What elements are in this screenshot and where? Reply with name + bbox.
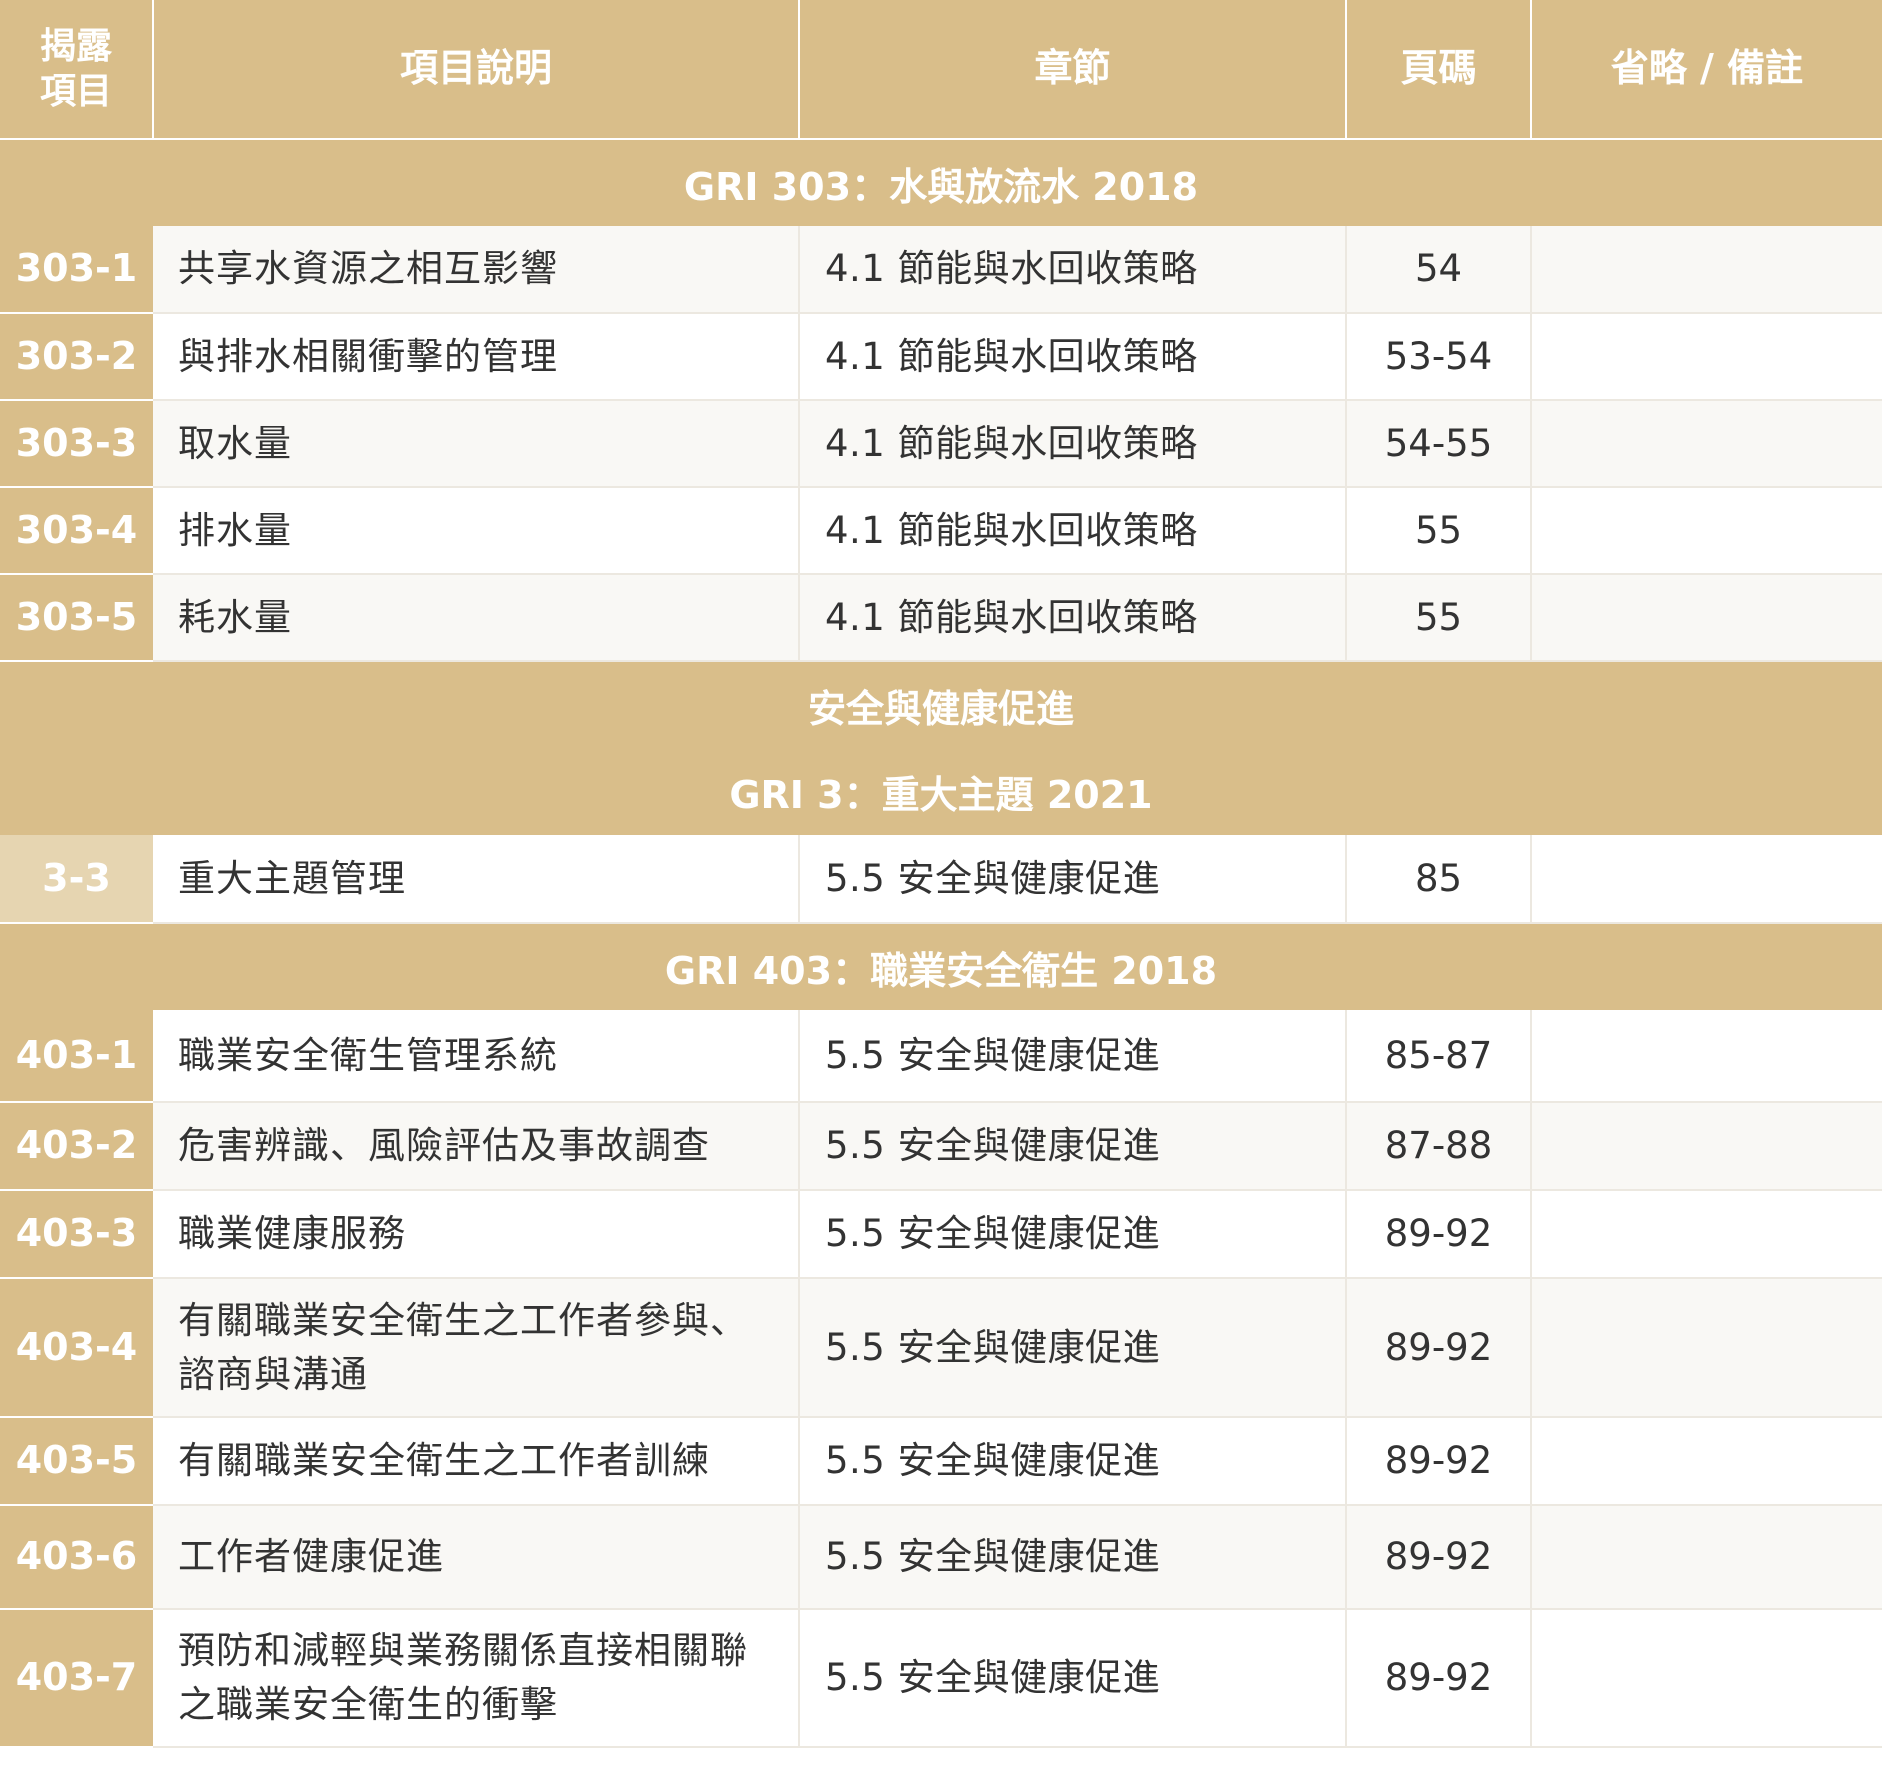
table-row: 403-7 預防和減輕與業務關係直接相關聯之職業安全衛生的衝擊 5.5 安全與健… (0, 1609, 1882, 1748)
item-description: 工作者健康促進 (153, 1505, 800, 1610)
chapter-ref: 5.5 安全與健康促進 (799, 1278, 1347, 1418)
section-title: 安全與健康促進 (0, 661, 1882, 748)
page-number: 54-55 (1346, 400, 1532, 488)
disclosure-code: 303-4 (0, 487, 153, 575)
table-row: 403-1 職業安全衛生管理系統 5.5 安全與健康促進 85-87 (0, 1010, 1882, 1103)
item-description: 共享水資源之相互影響 (153, 226, 800, 314)
disclosure-code: 403-1 (0, 1010, 153, 1103)
item-description: 與排水相關衝擊的管理 (153, 313, 800, 401)
item-description: 排水量 (153, 487, 800, 575)
section-row-safety-health: 安全與健康促進 (0, 661, 1882, 748)
page-number: 89-92 (1346, 1609, 1532, 1748)
disclosure-code: 303-2 (0, 313, 153, 401)
disclosure-code: 3-3 (0, 835, 153, 924)
disclosure-code: 403-7 (0, 1609, 153, 1748)
omission-note (1531, 835, 1882, 924)
item-description: 重大主題管理 (153, 835, 800, 924)
disclosure-code: 403-2 (0, 1102, 153, 1191)
chapter-ref: 4.1 節能與水回收策略 (799, 574, 1347, 662)
item-description: 有關職業安全衛生之工作者訓練 (153, 1417, 800, 1506)
page-number: 87-88 (1346, 1102, 1532, 1191)
chapter-ref: 4.1 節能與水回收策略 (799, 313, 1347, 401)
page-number: 89-92 (1346, 1190, 1532, 1279)
disclosure-code: 303-1 (0, 226, 153, 314)
page-number: 89-92 (1346, 1417, 1532, 1506)
omission-note (1531, 1505, 1882, 1610)
section-title: GRI 403：職業安全衛生 2018 (0, 923, 1882, 1010)
chapter-ref: 5.5 安全與健康促進 (799, 1010, 1347, 1103)
table-row: 3-3 重大主題管理 5.5 安全與健康促進 85 (0, 835, 1882, 924)
chapter-ref: 5.5 安全與健康促進 (799, 1102, 1347, 1191)
page-number: 89-92 (1346, 1505, 1532, 1610)
header-chapter: 章節 (799, 0, 1347, 140)
header-omission-notes: 省略 / 備註 (1531, 0, 1882, 140)
table-row: 303-5 耗水量 4.1 節能與水回收策略 55 (0, 574, 1882, 662)
table-row: 403-6 工作者健康促進 5.5 安全與健康促進 89-92 (0, 1505, 1882, 1610)
item-description: 耗水量 (153, 574, 800, 662)
page-number: 55 (1346, 487, 1532, 575)
table-row: 403-5 有關職業安全衛生之工作者訓練 5.5 安全與健康促進 89-92 (0, 1417, 1882, 1506)
disclosure-code: 303-3 (0, 400, 153, 488)
page-number: 89-92 (1346, 1278, 1532, 1418)
disclosure-code: 403-6 (0, 1505, 153, 1610)
table-row: 403-3 職業健康服務 5.5 安全與健康促進 89-92 (0, 1190, 1882, 1279)
header-item-description: 項目說明 (153, 0, 800, 140)
chapter-ref: 5.5 安全與健康促進 (799, 835, 1347, 924)
table-row: 303-2 與排水相關衝擊的管理 4.1 節能與水回收策略 53-54 (0, 313, 1882, 401)
section-row-gri-303: GRI 303：水與放流水 2018 (0, 139, 1882, 226)
page-number: 85 (1346, 835, 1532, 924)
item-description: 職業安全衛生管理系統 (153, 1010, 800, 1103)
chapter-ref: 4.1 節能與水回收策略 (799, 487, 1347, 575)
omission-note (1531, 400, 1882, 488)
section-title: GRI 3：重大主題 2021 (0, 748, 1882, 835)
chapter-ref: 4.1 節能與水回收策略 (799, 400, 1347, 488)
page-number: 55 (1346, 574, 1532, 662)
omission-note (1531, 1010, 1882, 1103)
disclosure-code: 403-4 (0, 1278, 153, 1418)
section-title: GRI 303：水與放流水 2018 (0, 139, 1882, 226)
section-row-gri-403: GRI 403：職業安全衛生 2018 (0, 923, 1882, 1010)
omission-note (1531, 1609, 1882, 1748)
item-description: 取水量 (153, 400, 800, 488)
chapter-ref: 4.1 節能與水回收策略 (799, 226, 1347, 314)
disclosure-code: 403-3 (0, 1190, 153, 1279)
omission-note (1531, 487, 1882, 575)
header-disclosure-item: 揭露 項目 (0, 0, 154, 140)
item-description: 預防和減輕與業務關係直接相關聯之職業安全衛生的衝擊 (153, 1609, 800, 1748)
header-page-number: 頁碼 (1346, 0, 1532, 140)
table-row: 403-2 危害辨識、風險評估及事故調查 5.5 安全與健康促進 87-88 (0, 1102, 1882, 1191)
page-number: 85-87 (1346, 1010, 1532, 1103)
table-row: 303-1 共享水資源之相互影響 4.1 節能與水回收策略 54 (0, 226, 1882, 314)
page-number: 53-54 (1346, 313, 1532, 401)
chapter-ref: 5.5 安全與健康促進 (799, 1505, 1347, 1610)
table-header-row: 揭露 項目 項目說明 章節 頁碼 省略 / 備註 (0, 0, 1882, 140)
page-number: 54 (1346, 226, 1532, 314)
omission-note (1531, 313, 1882, 401)
section-row-gri-3: GRI 3：重大主題 2021 (0, 748, 1882, 835)
omission-note (1531, 1102, 1882, 1191)
item-description: 職業健康服務 (153, 1190, 800, 1279)
gri-index-page: 揭露 項目 項目說明 章節 頁碼 省略 / 備註 GRI 303：水與放流水 2… (0, 0, 1882, 1772)
table-row: 303-3 取水量 4.1 節能與水回收策略 54-55 (0, 400, 1882, 488)
chapter-ref: 5.5 安全與健康促進 (799, 1609, 1347, 1748)
omission-note (1531, 1190, 1882, 1279)
item-description: 有關職業安全衛生之工作者參與、諮商與溝通 (153, 1278, 800, 1418)
omission-note (1531, 1417, 1882, 1506)
omission-note (1531, 226, 1882, 314)
gri-content-index-table: 揭露 項目 項目說明 章節 頁碼 省略 / 備註 GRI 303：水與放流水 2… (0, 0, 1882, 1748)
chapter-ref: 5.5 安全與健康促進 (799, 1190, 1347, 1279)
chapter-ref: 5.5 安全與健康促進 (799, 1417, 1347, 1506)
omission-note (1531, 1278, 1882, 1418)
disclosure-code: 403-5 (0, 1417, 153, 1506)
table-row: 303-4 排水量 4.1 節能與水回收策略 55 (0, 487, 1882, 575)
omission-note (1531, 574, 1882, 662)
table-row: 403-4 有關職業安全衛生之工作者參與、諮商與溝通 5.5 安全與健康促進 8… (0, 1278, 1882, 1418)
disclosure-code: 303-5 (0, 574, 153, 662)
item-description: 危害辨識、風險評估及事故調查 (153, 1102, 800, 1191)
